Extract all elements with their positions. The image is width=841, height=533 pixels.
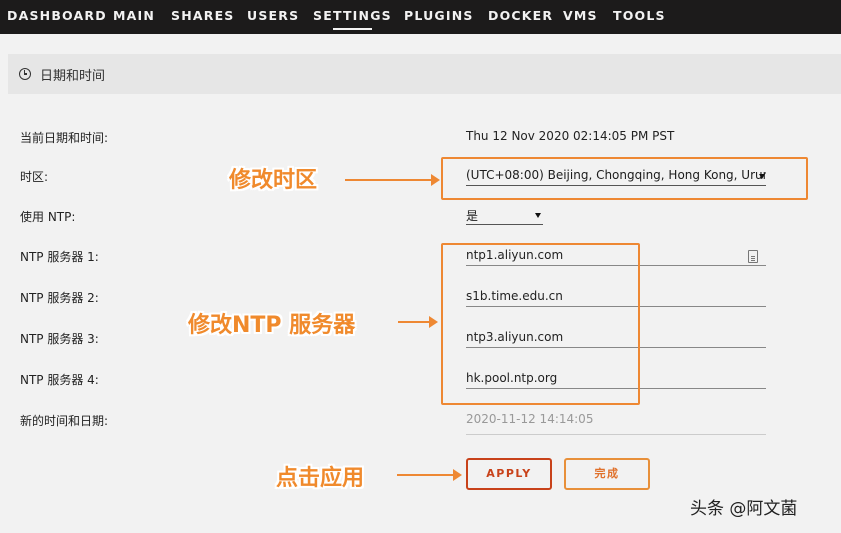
current-datetime-value: Thu 12 Nov 2020 02:14:05 PM PST (466, 129, 675, 143)
section-header: 日期和时间 (8, 54, 841, 94)
top-navigation-bar: DASHBOARD MAIN SHARES USERS SETTINGS PLU… (0, 0, 841, 34)
section-title: 日期和时间 (40, 69, 106, 84)
use-ntp-select[interactable]: 是 (466, 207, 543, 225)
ntp-highlight-box (441, 243, 640, 405)
timezone-arrow-icon (345, 174, 440, 186)
ntp-annotation: 修改NTP 服务器 (188, 313, 356, 338)
watermark: 头条 @阿文菌 (690, 499, 798, 519)
ntp3-label: NTP 服务器 3: (20, 332, 99, 346)
use-ntp-selected-value: 是 (466, 209, 479, 223)
ntp4-label: NTP 服务器 4: (20, 373, 99, 387)
use-ntp-dropdown-icon[interactable] (535, 213, 541, 218)
nav-plugins[interactable]: PLUGINS (404, 8, 474, 23)
nav-settings[interactable]: SETTINGS (313, 8, 392, 30)
use-ntp-label: 使用 NTP: (20, 210, 76, 224)
nav-vms[interactable]: VMS (563, 8, 598, 23)
ntp2-label: NTP 服务器 2: (20, 291, 99, 305)
nav-main[interactable]: MAIN (113, 8, 155, 23)
clock-icon (19, 68, 31, 80)
timezone-annotation: 修改时区 (229, 168, 318, 193)
nav-users[interactable]: USERS (247, 8, 299, 23)
nav-tools[interactable]: TOOLS (613, 8, 666, 23)
done-button[interactable]: 完成 (564, 458, 650, 490)
nav-dashboard[interactable]: DASHBOARD (7, 8, 107, 23)
current-datetime-label: 当前日期和时间: (20, 131, 109, 145)
apply-button[interactable]: APPLY (466, 458, 552, 490)
nav-docker[interactable]: DOCKER (488, 8, 553, 23)
apply-annotation: 点击应用 (276, 466, 365, 491)
ntp-arrow-icon (398, 316, 438, 328)
timezone-label: 时区: (20, 170, 49, 184)
new-datetime-label: 新的时间和日期: (20, 414, 109, 428)
new-datetime-input[interactable]: 2020-11-12 14:14:05 (466, 412, 766, 435)
timezone-highlight-box (441, 157, 808, 200)
nav-shares[interactable]: SHARES (171, 8, 235, 23)
document-icon[interactable] (748, 250, 758, 263)
ntp1-label: NTP 服务器 1: (20, 250, 99, 264)
apply-arrow-icon (397, 469, 462, 481)
